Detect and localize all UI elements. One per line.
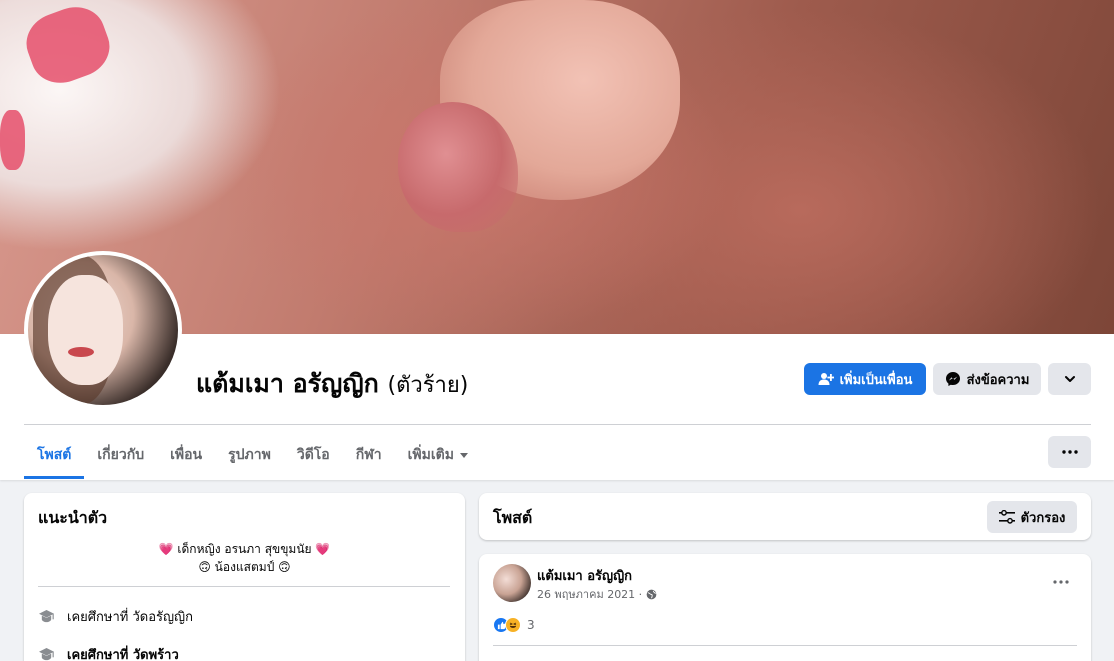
tab-photos-label: รูปภาพ — [228, 447, 271, 463]
tab-posts[interactable]: โพสต์ — [24, 431, 85, 479]
filter-button[interactable]: ตัวกรอง — [987, 501, 1077, 533]
graduation-cap-icon — [39, 647, 54, 661]
posts-title: โพสต์ — [493, 508, 533, 527]
intro-title: แนะนำตัว — [38, 508, 108, 527]
add-friend-icon — [818, 373, 834, 385]
post-author-name[interactable]: แต้มเมา อรัญญิก — [537, 565, 632, 586]
avatar-lips-shape — [68, 347, 94, 357]
bio-line-1: 💗 เด็กหญิง อรนภา สุขขุมนัย 💗 — [158, 542, 331, 556]
intro-bio: 💗 เด็กหญิง อรนภา สุขขุมนัย 💗 🙃 น้องแสตมป… — [24, 540, 465, 576]
posts-header-card: โพสต์ ตัวกรอง — [479, 493, 1091, 540]
post-meta: 26 พฤษภาคม 2021 · — [537, 585, 657, 603]
caret-down-icon — [460, 453, 468, 458]
tab-sports[interactable]: กีฬา — [343, 431, 395, 479]
profile-avatar[interactable] — [24, 251, 182, 409]
intro-divider — [38, 586, 450, 587]
header-divider — [24, 424, 1091, 425]
avatar-face-shape — [48, 275, 123, 385]
tab-posts-label: โพสต์ — [37, 447, 72, 463]
cover-pattern-heart — [0, 110, 25, 170]
add-friend-button[interactable]: เพิ่มเป็นเพื่อน — [804, 363, 926, 395]
tab-sports-label: กีฬา — [355, 447, 382, 463]
tab-friends[interactable]: เพื่อน — [157, 431, 215, 479]
filter-sliders-icon — [998, 510, 1015, 524]
profile-name-text: แต้มเมา อรัญญิก — [196, 369, 379, 398]
tab-videos[interactable]: วิดีโอ — [284, 431, 343, 479]
post-date[interactable]: 26 พฤษภาคม 2021 · — [537, 585, 642, 603]
post-author-avatar[interactable] — [493, 564, 531, 602]
globe-icon — [646, 589, 657, 599]
filter-label: ตัวกรอง — [1020, 510, 1066, 526]
education-text[interactable]: เคยศึกษาที่ วัดอรัญญิก — [67, 606, 193, 627]
education-text[interactable]: เคยศึกษาที่ วัดพร้าว — [67, 644, 179, 661]
tab-about-label: เกี่ยวกับ — [97, 447, 145, 463]
profile-name: แต้มเมา อรัญญิก (ตัวร้าย) — [196, 364, 468, 404]
tab-friends-label: เพื่อน — [170, 447, 203, 463]
add-friend-label: เพิ่มเป็นเพื่อน — [839, 372, 913, 388]
tab-more[interactable]: เพิ่มเติม — [395, 431, 482, 479]
tab-about[interactable]: เกี่ยวกับ — [84, 431, 157, 479]
education-item: เคยศึกษาที่ วัดพร้าว — [38, 644, 179, 661]
profile-more-button[interactable] — [1048, 363, 1091, 395]
cover-pattern-heart — [18, 0, 118, 92]
post-card: แต้มเมา อรัญญิก 26 พฤษภาคม 2021 · 3 — [479, 554, 1091, 661]
graduation-cap-icon — [39, 609, 54, 623]
haha-reaction-icon — [505, 617, 521, 633]
post-divider — [493, 645, 1077, 646]
message-label: ส่งข้อความ — [966, 372, 1030, 388]
more-dots-icon — [1061, 450, 1078, 454]
more-dots-icon — [1053, 580, 1069, 584]
message-button[interactable]: ส่งข้อความ — [933, 363, 1041, 395]
messenger-icon — [945, 372, 960, 386]
education-item: เคยศึกษาที่ วัดอรัญญิก — [38, 606, 193, 627]
reaction-count: 3 — [527, 618, 535, 632]
bio-line-2: 🙃 น้องแสตมป์ 🙃 — [198, 560, 291, 574]
post-options-button[interactable] — [1046, 568, 1076, 596]
tabs-more-options-button[interactable] — [1048, 436, 1091, 468]
profile-alternate-name: (ตัวร้าย) — [387, 373, 469, 398]
tab-more-label: เพิ่มเติม — [407, 447, 454, 463]
intro-card: แนะนำตัว 💗 เด็กหญิง อรนภา สุขขุมนัย 💗 🙃 … — [24, 493, 465, 661]
post-reactions[interactable]: 3 — [493, 617, 535, 633]
tab-photos[interactable]: รูปภาพ — [215, 431, 284, 479]
profile-tabs: โพสต์ เกี่ยวกับ เพื่อน รูปภาพ วิดีโอ กีฬ… — [24, 431, 482, 479]
tab-videos-label: วิดีโอ — [296, 447, 330, 463]
chevron-down-icon — [1064, 376, 1075, 382]
